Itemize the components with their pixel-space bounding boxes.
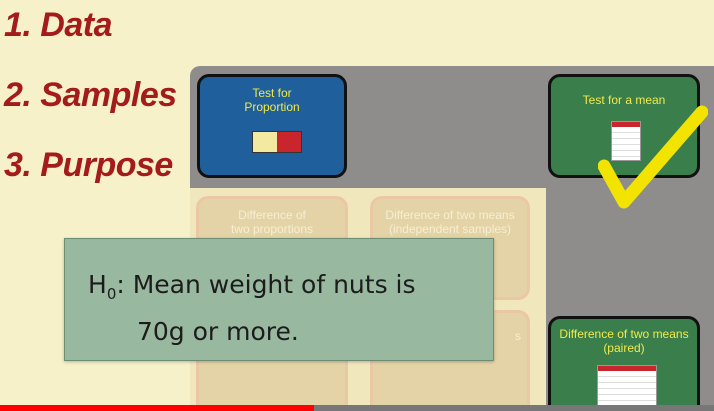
video-progress-fill [0,405,315,411]
card-label: Difference of two proportions [230,208,314,236]
card-label: Test for Proportion [244,86,300,114]
step-samples: 2. Samples [4,76,177,114]
hypothesis-line1: : Mean weight of nuts is [116,270,416,299]
video-progress-bar[interactable] [0,405,714,411]
card-label: Difference of two means (paired) [559,327,689,355]
checkmark-icon [598,105,708,209]
hypothesis-subscript: 0 [106,285,117,303]
paired-table-icon [597,365,657,409]
step-data: 1. Data [4,6,113,44]
card-test-proportion[interactable]: Test for Proportion [197,74,347,178]
hypothesis-symbol: H [88,270,107,299]
step-purpose: 3. Purpose [4,146,173,184]
proportion-bar-icon [252,131,302,153]
hypothesis-line2: 70g or more. [137,317,299,346]
hypothesis-statement: H0: Mean weight of nuts is 70g or more. [88,266,416,351]
card-diff-means-paired[interactable]: Difference of two means (paired) [548,316,700,411]
card-partial-label: s [515,329,521,343]
card-label: Difference of two means (independent sam… [385,208,515,236]
